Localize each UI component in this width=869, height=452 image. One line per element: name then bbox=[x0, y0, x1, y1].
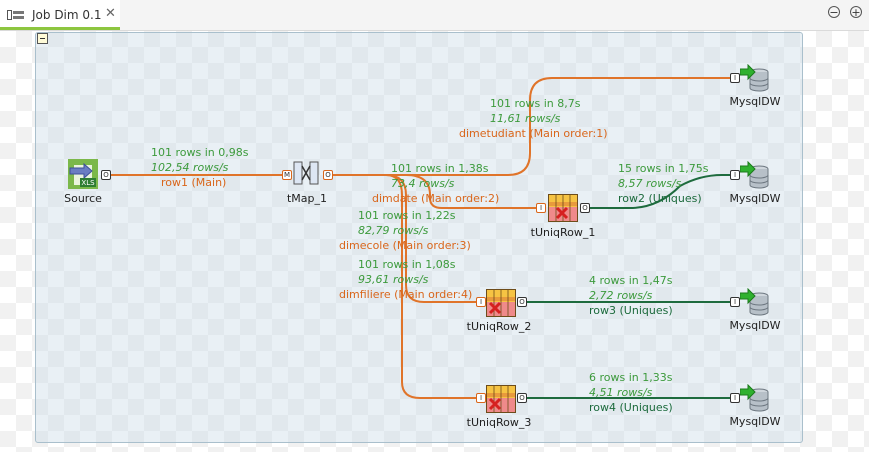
mysql-output-icon bbox=[739, 383, 769, 412]
source-name: Source bbox=[64, 192, 102, 205]
row1-rate: 102,54 rows/s bbox=[151, 161, 229, 174]
tmap-component[interactable] bbox=[292, 159, 320, 187]
uniq3-component[interactable] bbox=[486, 385, 516, 413]
dimfiliere-stat: 101 rows in 1,08s bbox=[358, 258, 456, 271]
dimdate-label[interactable]: dimdate (Main order:2) bbox=[372, 192, 499, 205]
tmap-name: tMap_1 bbox=[286, 192, 328, 205]
row3-stat: 4 rows in 1,47s bbox=[589, 274, 673, 287]
row3-label[interactable]: row3 (Uniques) bbox=[589, 304, 673, 317]
tmap-input-port[interactable]: M bbox=[282, 170, 292, 180]
flow-connections bbox=[108, 77, 732, 399]
mysql-output-icon bbox=[739, 287, 769, 316]
dimecole-rate: 82,79 rows/s bbox=[358, 224, 429, 237]
db4-input-port[interactable]: I bbox=[730, 393, 740, 403]
dimfiliere-rate: 93,61 rows/s bbox=[358, 273, 429, 286]
mysql-output-icon bbox=[739, 63, 769, 92]
row4-stat: 6 rows in 1,33s bbox=[589, 371, 673, 384]
db3-input-port[interactable]: I bbox=[730, 297, 740, 307]
mysql-db2-component[interactable] bbox=[739, 160, 770, 189]
db2-input-port[interactable]: I bbox=[730, 170, 740, 180]
uniq2-output-port[interactable]: O bbox=[517, 297, 527, 307]
xls-label: XLS bbox=[81, 179, 95, 187]
mysql-output-icon bbox=[739, 160, 769, 189]
uniq1-input-port[interactable]: I bbox=[536, 203, 546, 213]
row4-label[interactable]: row4 (Uniques) bbox=[589, 401, 673, 414]
dimetudiant-stat: 101 rows in 8,7s bbox=[490, 97, 581, 110]
mysql-db4-component[interactable] bbox=[739, 383, 770, 412]
uniq2-input-port[interactable]: I bbox=[476, 297, 486, 307]
uniq3-output-port[interactable]: O bbox=[517, 393, 527, 403]
row2-label[interactable]: row2 (Uniques) bbox=[618, 192, 702, 205]
uniqrow-icon bbox=[548, 194, 578, 222]
uniq1-output-port[interactable]: O bbox=[580, 203, 590, 213]
tmap-icon bbox=[293, 161, 319, 185]
uniq2-component[interactable] bbox=[486, 289, 516, 317]
dimetudiant-label[interactable]: dimetudiant (Main order:1) bbox=[459, 127, 608, 140]
row2-stat: 15 rows in 1,75s bbox=[618, 162, 709, 175]
dimecole-label[interactable]: dimecole (Main order:3) bbox=[339, 239, 471, 252]
mysql-db1-component[interactable] bbox=[739, 63, 770, 92]
db1-name: MysqlDW bbox=[729, 95, 781, 108]
dimecole-stat: 101 rows in 1,22s bbox=[358, 209, 456, 222]
db1-input-port[interactable]: I bbox=[730, 73, 740, 83]
db3-name: MysqlDW bbox=[729, 319, 781, 332]
uniq1-component[interactable] bbox=[548, 194, 578, 222]
source-xls-component[interactable]: XLS bbox=[68, 159, 98, 189]
dimdate-stat: 101 rows in 1,38s bbox=[391, 162, 489, 175]
uniq2-name: tUniqRow_2 bbox=[466, 320, 532, 333]
uniq3-input-port[interactable]: I bbox=[476, 393, 486, 403]
uniq3-name: tUniqRow_3 bbox=[466, 416, 532, 429]
row2-rate: 8,57 rows/s bbox=[618, 177, 682, 190]
row1-label[interactable]: row1 (Main) bbox=[161, 176, 226, 189]
uniqrow-icon bbox=[486, 289, 516, 317]
mysql-db3-component[interactable] bbox=[739, 287, 770, 316]
source-output-port[interactable]: O bbox=[101, 170, 111, 180]
uniqrow-icon bbox=[486, 385, 516, 413]
dimfiliere-label[interactable]: dimfiliere (Main order:4) bbox=[339, 288, 472, 301]
db4-name: MysqlDW bbox=[729, 415, 781, 428]
dimdate-rate: 73,4 rows/s bbox=[391, 177, 455, 190]
dimetudiant-rate: 11,61 rows/s bbox=[490, 112, 561, 125]
row3-rate: 2,72 rows/s bbox=[589, 289, 653, 302]
excel-file-icon: XLS bbox=[68, 159, 98, 189]
tmap-output-port[interactable]: O bbox=[323, 170, 333, 180]
db2-name: MysqlDW bbox=[729, 192, 781, 205]
row1-stat: 101 rows in 0,98s bbox=[151, 146, 249, 159]
row4-rate: 4,51 rows/s bbox=[589, 386, 653, 399]
uniq1-name: tUniqRow_1 bbox=[530, 226, 596, 239]
